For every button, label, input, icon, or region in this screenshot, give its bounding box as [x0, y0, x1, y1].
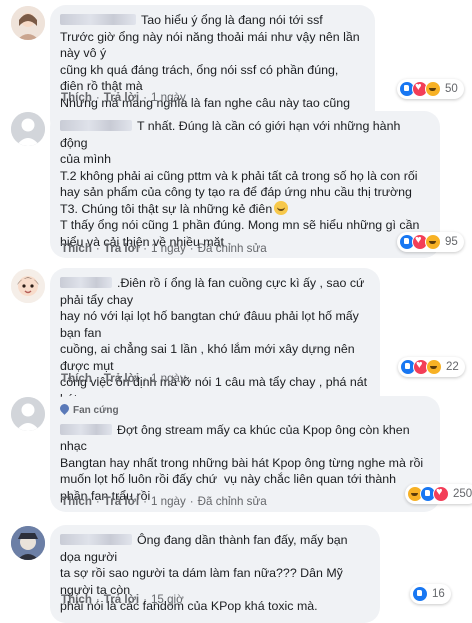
- reaction-summary[interactable]: 22: [398, 357, 465, 377]
- comment-bubble: Ông đang dần thành fan đấy, mấy bạn dọa …: [50, 525, 380, 623]
- like-link[interactable]: Thích: [61, 91, 92, 104]
- fan-badge-icon: [58, 402, 71, 415]
- edited-label[interactable]: Đã chỉnh sửa: [198, 242, 267, 255]
- commenter-name[interactable]: [60, 14, 136, 25]
- reaction-count: 95: [445, 236, 458, 248]
- reply-link[interactable]: Trả lời: [104, 495, 139, 508]
- comment-text: Đợt ông stream mấy ca khúc của Kpop ông …: [60, 422, 424, 503]
- default-avatar-icon: [11, 397, 45, 431]
- reaction-count: 50: [445, 83, 458, 95]
- love-reaction-icon: [433, 486, 449, 502]
- comment-text: T3. Chúng tôi thật sự là những kẻ điên: [60, 201, 273, 216]
- comment-text: T thấy ổng nói cũng 1 phần đúng. Mong mn…: [60, 218, 420, 232]
- like-link[interactable]: Thích: [61, 495, 92, 508]
- comment-text: hay sản phẩm của công ty tạo ra để đáp ứ…: [60, 185, 412, 199]
- timestamp[interactable]: 15 giờ: [151, 593, 184, 606]
- fan-badge-label: Fan cứng: [73, 405, 119, 416]
- comment-text: cũng kh quá đáng trách, ổng nói ssf có p…: [60, 62, 342, 94]
- reaction-summary[interactable]: 250: [405, 484, 472, 504]
- haha-reaction-icon: [426, 359, 442, 375]
- comment-actions: Thích · Trả lời · 1 ngày: [61, 91, 186, 104]
- reaction-count: 16: [432, 588, 445, 600]
- reaction-summary[interactable]: 50: [397, 79, 464, 99]
- reaction-count: 250: [453, 488, 472, 500]
- avatar[interactable]: [11, 526, 45, 560]
- avatar-girl-icon: [11, 6, 45, 40]
- reply-link[interactable]: Trả lời: [104, 242, 139, 255]
- haha-reaction-icon: [425, 234, 441, 250]
- commenter-name[interactable]: [60, 423, 112, 435]
- haha-reaction-icon: [425, 81, 441, 97]
- avatar-child-icon: [11, 269, 45, 303]
- reply-link[interactable]: Trả lời: [104, 593, 139, 606]
- like-link[interactable]: Thích: [61, 593, 92, 606]
- avatar[interactable]: [11, 397, 45, 431]
- comment-text: Tao hiểu ý ổng là đang nói tới ssf: [141, 13, 323, 27]
- reply-link[interactable]: Trả lời: [104, 372, 139, 385]
- comment-text: của mình: [60, 152, 111, 166]
- comment-actions: Thích · Trả lời · 1 ngày: [61, 372, 186, 385]
- timestamp[interactable]: 1 ngày: [151, 372, 186, 385]
- commenter-name[interactable]: [60, 277, 112, 288]
- reaction-count: 22: [446, 361, 459, 373]
- like-link[interactable]: Thích: [61, 242, 92, 255]
- default-avatar-icon: [11, 112, 45, 146]
- edited-label[interactable]: Đã chỉnh sửa: [198, 495, 267, 508]
- commenter-name[interactable]: [60, 534, 132, 545]
- comment-actions: Thích · Trả lời · 15 giờ: [61, 593, 184, 606]
- avatar-character-icon: [11, 526, 45, 560]
- commenter-name[interactable]: [60, 120, 132, 131]
- emoji-icon: [274, 200, 289, 215]
- avatar[interactable]: [11, 269, 45, 303]
- comment-text: T.2 không phải ai cũng pttm và k phải tấ…: [60, 168, 418, 183]
- reaction-summary[interactable]: 16: [410, 584, 451, 604]
- timestamp[interactable]: 1 ngày: [151, 495, 186, 508]
- comment-bubble: T nhất. Đúng là cần có giới hạn với nhữn…: [50, 111, 440, 258]
- timestamp[interactable]: 1 ngày: [151, 91, 186, 104]
- comment-actions: Thích · Trả lời · 1 ngày · Đã chỉnh sửa: [61, 495, 267, 508]
- fan-badge[interactable]: Fan cứng: [58, 402, 430, 420]
- comment-text: Trước giờ ổng này nói năng thoải mái như…: [60, 29, 364, 61]
- avatar[interactable]: [11, 112, 45, 146]
- reply-link[interactable]: Trả lời: [104, 91, 139, 104]
- reaction-summary[interactable]: 95: [397, 232, 464, 252]
- like-reaction-icon: [412, 586, 428, 602]
- comment-actions: Thích · Trả lời · 1 ngày · Đã chỉnh sửa: [61, 242, 267, 255]
- avatar[interactable]: [11, 6, 45, 40]
- timestamp[interactable]: 1 ngày: [151, 242, 186, 255]
- like-link[interactable]: Thích: [61, 372, 92, 385]
